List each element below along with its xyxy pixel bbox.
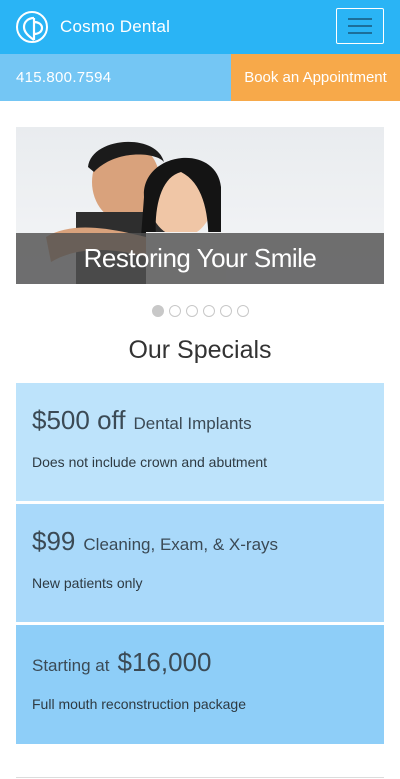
special-headline: $500 off Dental Implants <box>32 405 368 436</box>
slider-dot-5[interactable] <box>219 305 232 317</box>
special-description: Does not include crown and abutment <box>32 454 268 470</box>
hero-slider[interactable]: Restoring Your Smile <box>16 127 384 284</box>
cta-row: 415.800.7594 Book an Appointment <box>0 54 400 101</box>
special-card-reconstruction[interactable]: Starting at $16,000 Full mouth reconstru… <box>16 625 384 744</box>
top-bar: Cosmo Dental <box>0 0 400 54</box>
special-price: $16,000 <box>117 647 212 677</box>
slider-dot-3[interactable] <box>185 305 198 317</box>
phone-link[interactable]: 415.800.7594 <box>0 54 231 101</box>
slider-dot-4[interactable] <box>202 305 215 317</box>
special-prefix: Starting at <box>32 656 110 675</box>
special-headline: $99 Cleaning, Exam, & X-rays <box>32 526 368 557</box>
special-description: New patients only <box>32 575 143 591</box>
menu-line <box>348 25 372 27</box>
specials-title: Our Specials <box>128 336 272 364</box>
special-headline: Starting at $16,000 <box>32 647 368 678</box>
menu-line <box>348 18 372 20</box>
special-service: Cleaning, Exam, & X-rays <box>83 535 279 554</box>
menu-line <box>348 32 372 34</box>
special-price: $99 <box>32 526 76 556</box>
slider-dot-1[interactable] <box>151 305 164 317</box>
brand-name[interactable]: Cosmo Dental <box>60 17 170 37</box>
divider <box>16 777 384 778</box>
special-service: Dental Implants <box>133 414 252 433</box>
hamburger-menu-icon[interactable] <box>336 8 384 44</box>
slider-dot-6[interactable] <box>236 305 249 317</box>
special-card-cleaning[interactable]: $99 Cleaning, Exam, & X-rays New patient… <box>16 504 384 622</box>
special-price: $500 off <box>32 405 126 435</box>
book-appointment-button[interactable]: Book an Appointment <box>231 54 400 101</box>
special-description: Full mouth reconstruction package <box>32 696 246 712</box>
hero-caption: Restoring Your Smile <box>16 233 384 284</box>
tooth-logo-icon[interactable] <box>16 11 48 43</box>
slider-dots <box>0 305 400 317</box>
special-card-implants[interactable]: $500 off Dental Implants Does not includ… <box>16 383 384 501</box>
slider-dot-2[interactable] <box>168 305 181 317</box>
